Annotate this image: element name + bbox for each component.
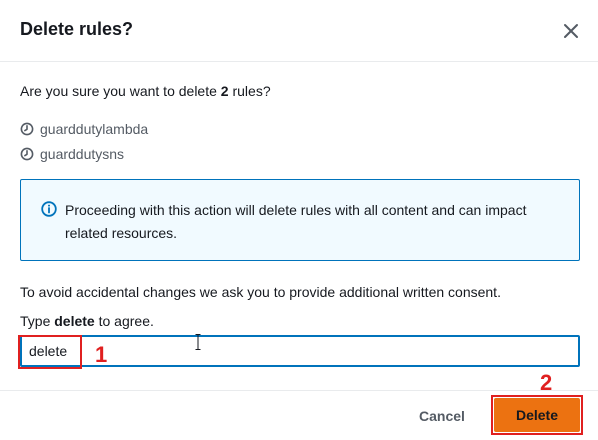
type-suffix: to agree. [94,313,154,329]
clock-icon [20,147,34,161]
rule-item: guarddutysns [20,145,124,163]
question-prefix: Are you sure you want to delete [20,83,221,99]
confirmation-question: Are you sure you want to delete 2 rules? [20,82,271,100]
text-cursor-icon [195,334,201,350]
cancel-button[interactable]: Cancel [410,405,474,427]
rule-item: guarddutylambda [20,120,148,138]
rule-count: 2 [220,83,229,99]
dialog-header: Delete rules? [0,0,598,62]
alert-message: Proceeding with this action will delete … [65,202,527,241]
close-button[interactable] [558,18,584,44]
confirm-keyword: delete [54,313,95,329]
annotation-step-2: 2 [540,370,553,395]
rule-name: guarddutysns [40,146,125,162]
dialog-title: Delete rules? [20,19,134,39]
consent-description: To avoid accidental changes we ask you t… [20,284,501,300]
annotation-highlight-delete [491,395,583,435]
info-alert: Proceeding with this action will delete … [20,179,580,261]
clock-icon [20,122,34,136]
rule-name: guarddutylambda [40,121,149,137]
annotation-step-1: 1 [95,342,108,367]
annotation-highlight-input [18,335,82,369]
close-icon [564,24,578,38]
delete-rules-dialog: Delete rules? Are you sure you want to d… [0,0,598,440]
type-prefix: Type [20,313,55,329]
question-suffix: rules? [228,83,271,99]
info-icon [41,201,57,217]
type-to-confirm-label: Type delete to agree. [20,312,154,330]
